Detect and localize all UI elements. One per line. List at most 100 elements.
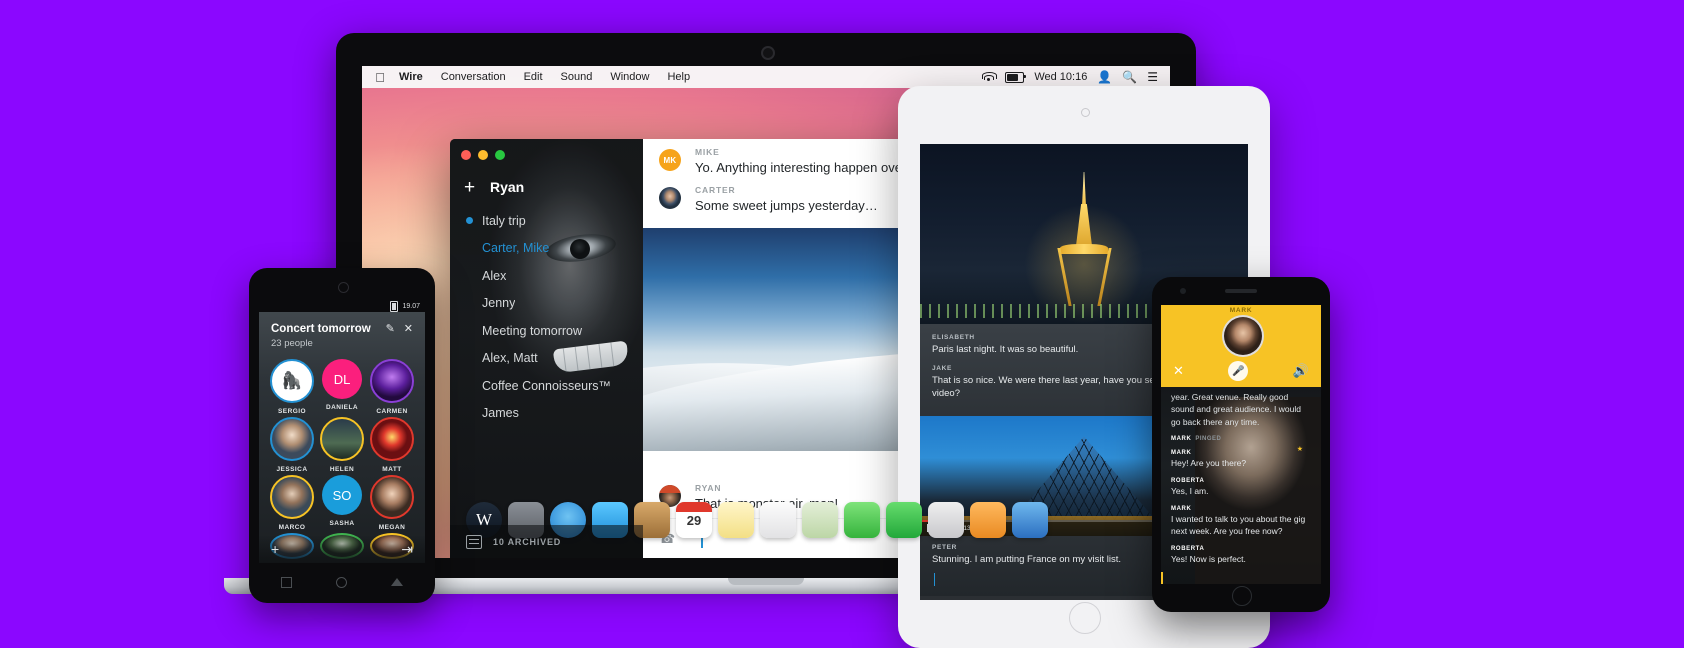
right-phone-conversation: year. Great venue. Really good sound and… (1161, 387, 1321, 584)
pencil-icon[interactable]: ✎ (386, 324, 395, 335)
front-camera-icon (337, 282, 349, 293)
message-author: ROBERTA (1171, 477, 1205, 484)
author-name: MARK (1171, 435, 1192, 442)
home-button[interactable] (1069, 602, 1101, 634)
plus-icon[interactable]: + (271, 541, 279, 557)
menu-item-help[interactable]: Help (658, 66, 699, 88)
like-icon[interactable]: ★ (1297, 445, 1303, 453)
wifi-icon[interactable] (981, 71, 997, 83)
participant-name: MATT (382, 466, 402, 474)
message-author: MARK PINGED (1171, 436, 1311, 442)
conversation-item-james[interactable]: James (450, 400, 643, 428)
mac-menubar:  Wire Conversation Edit Sound Window He… (362, 66, 1170, 88)
participant-name: CARMEN (376, 408, 408, 416)
dock-app-photos[interactable] (928, 502, 964, 538)
close-icon[interactable]: ✕ (404, 324, 413, 335)
status-clock: 19.07 (402, 302, 420, 310)
apple-logo-icon[interactable]:  (370, 71, 390, 84)
message-text: Yes! Now is perfect. (1171, 553, 1246, 564)
dock-app-calendar[interactable]: 29 (676, 502, 712, 538)
close-button[interactable] (461, 150, 471, 160)
message-text: Some sweet jumps yesterday… (695, 198, 878, 213)
conversation-list: Italy trip Carter, Mike Alex Jenny Meeti… (450, 207, 643, 427)
exit-icon[interactable]: ⇥ (401, 541, 413, 558)
recents-icon[interactable] (391, 578, 403, 586)
laptop-camera-icon (761, 46, 775, 60)
dock-app-reminders[interactable] (760, 502, 796, 538)
text-cursor (934, 573, 936, 587)
message-text: year. Great venue. Really good sound and… (1171, 392, 1301, 427)
participant-helen[interactable]: HELEN (317, 417, 367, 473)
participant-marco[interactable]: MARCO (267, 475, 317, 531)
minimize-button[interactable] (478, 150, 488, 160)
add-conversation-icon[interactable]: + (464, 178, 484, 197)
conversation-item-coffee-connoisseurs[interactable]: Coffee Connoisseurs™ (450, 372, 643, 400)
dock-app-maps[interactable] (802, 502, 838, 538)
menu-item-conversation[interactable]: Conversation (432, 66, 515, 88)
participant-megan[interactable]: MEGAN (367, 475, 417, 531)
call-contact-name: MARK (1229, 307, 1253, 314)
menu-item-sound[interactable]: Sound (552, 66, 602, 88)
avatar[interactable] (1222, 315, 1264, 357)
mic-icon[interactable]: 🎤 (1228, 361, 1249, 381)
dock-app-keynote[interactable] (1012, 502, 1048, 538)
android-body: 19.07 Concert tomorrow 23 people ✎ ✕ 🦍 S… (249, 268, 435, 603)
participant-jessica[interactable]: JESSICA (267, 417, 317, 473)
conversation-item-jenny[interactable]: Jenny (450, 290, 643, 318)
list-icon[interactable]: ☰ (1147, 70, 1158, 84)
conversation-item-meeting-tomorrow[interactable]: Meeting tomorrow (450, 317, 643, 345)
active-call-banner: MARK ✕ 🎤 🔊 (1161, 305, 1321, 387)
participant-carmen[interactable]: CARMEN (367, 359, 417, 415)
group-details-screen: Concert tomorrow 23 people ✎ ✕ 🦍 SERGIO (259, 312, 425, 563)
menu-item-window[interactable]: Window (601, 66, 658, 88)
eiffel-tower-shape (1057, 170, 1111, 306)
dock-app-pages[interactable] (970, 502, 1006, 538)
search-icon[interactable]: 🔍 (1122, 70, 1137, 84)
participant-sergio[interactable]: 🦍 SERGIO (267, 359, 317, 415)
speaker-icon[interactable]: 🔊 (1293, 363, 1309, 379)
message-text: Yes, I am. (1171, 485, 1209, 496)
avatar[interactable]: MK (659, 149, 681, 171)
ping-status: PINGED (1195, 435, 1222, 442)
close-icon[interactable]: ✕ (1173, 363, 1184, 379)
conversation-item-italy-trip[interactable]: Italy trip (450, 207, 643, 235)
group-footer: + ⇥ (259, 535, 425, 563)
conversation-item-alex-matt[interactable]: Alex, Matt (450, 345, 643, 373)
right-phone-body: MARK ✕ 🎤 🔊 year. Great venue. Really goo… (1152, 277, 1330, 612)
dock-app-notes[interactable] (718, 502, 754, 538)
participant-daniela[interactable]: DL DANIELA (317, 359, 367, 415)
conversation-item-alex[interactable]: Alex (450, 262, 643, 290)
dock-app-facetime[interactable] (886, 502, 922, 538)
zoom-button[interactable] (495, 150, 505, 160)
participant-matt[interactable]: MATT (367, 417, 417, 473)
tower-leg-left (1057, 248, 1072, 306)
archived-button[interactable]: 10 ARCHIVED (450, 525, 643, 558)
back-icon[interactable] (281, 576, 292, 588)
conversation-item-carter-mike[interactable]: Carter, Mike (450, 235, 643, 263)
right-phone-message-list: year. Great venue. Really good sound and… (1161, 387, 1321, 565)
message-author: CARTER (695, 185, 736, 195)
participant-name: SERGIO (277, 408, 306, 416)
window-traffic-lights (461, 150, 505, 160)
android-status-bar: 19.07 (259, 300, 425, 312)
front-camera-icon (1080, 108, 1090, 117)
participant-sasha[interactable]: SO SASHA (317, 475, 367, 531)
avatar (370, 359, 414, 404)
user-icon[interactable]: 👤 (1097, 70, 1112, 84)
self-profile-name[interactable]: Ryan (490, 179, 524, 195)
laptop-notch (728, 578, 804, 585)
android-screen: 19.07 Concert tomorrow 23 people ✎ ✕ 🦍 S… (259, 300, 425, 563)
avatar (270, 475, 314, 520)
message-content: CARTER Some sweet jumps yesterday… (695, 185, 888, 213)
home-button[interactable] (1232, 586, 1252, 606)
avatar[interactable] (659, 187, 681, 209)
menubar-clock[interactable]: Wed 10:16 (1034, 71, 1087, 83)
dock-app-messages[interactable] (844, 502, 880, 538)
menubar-status-area: Wed 10:16 👤 🔍 ☰ (981, 70, 1162, 84)
home-icon[interactable] (336, 576, 347, 588)
battery-icon[interactable] (1005, 71, 1027, 83)
group-header-actions: ✎ ✕ (386, 322, 413, 335)
menu-item-edit[interactable]: Edit (515, 66, 552, 88)
conversation-label: Italy trip (482, 213, 526, 228)
menu-item-wire[interactable]: Wire (390, 66, 432, 88)
